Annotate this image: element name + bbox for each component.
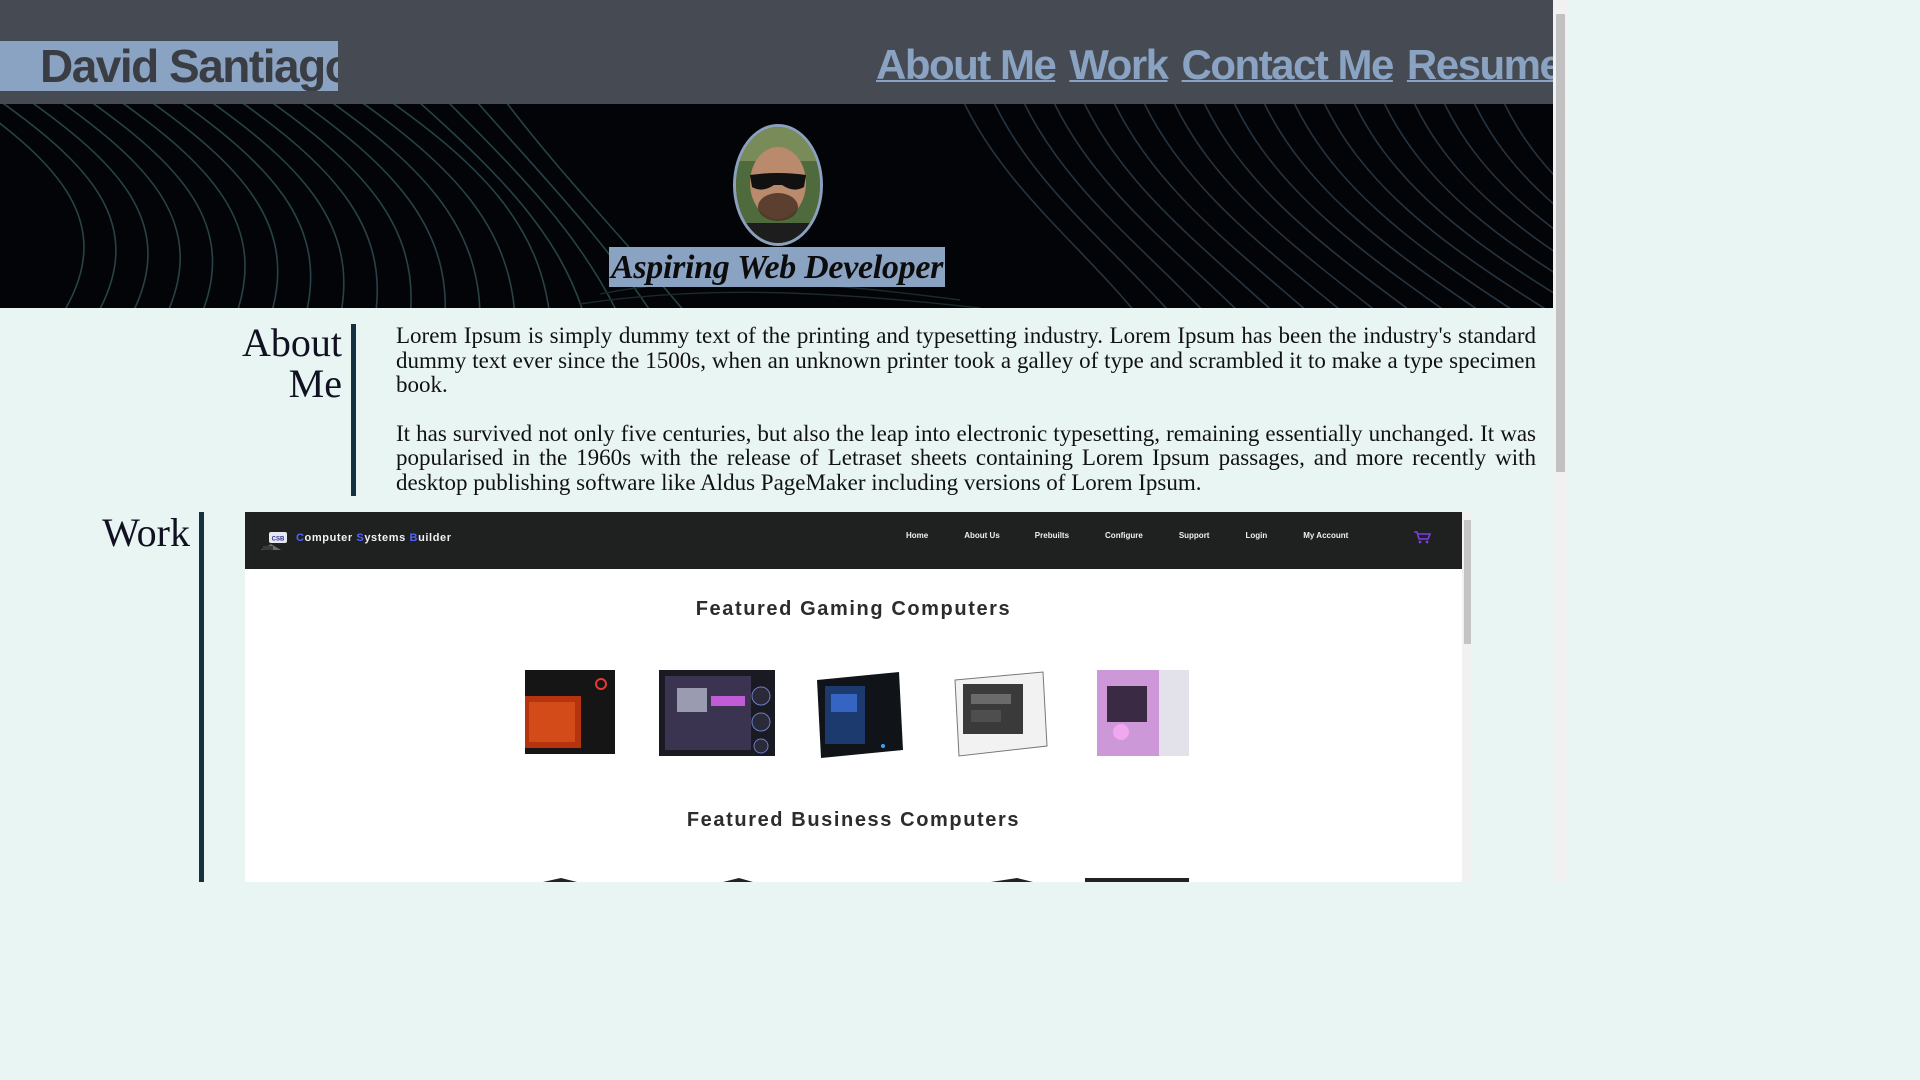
preview-nav-my-account[interactable]: My Account xyxy=(1303,531,1348,540)
brand-word: omputer xyxy=(304,532,353,544)
preview-nav-about-us[interactable]: About Us xyxy=(964,531,1000,540)
about-heading-line2: Me xyxy=(288,361,342,406)
tagline: Aspiring Web Developer xyxy=(609,247,945,287)
featured-gaming-title: Featured Gaming Computers xyxy=(695,598,1012,620)
about-paragraph: Lorem Ipsum is simply dummy text of the … xyxy=(396,323,1536,397)
about-paragraph: It has survived not only five centuries,… xyxy=(396,420,1536,495)
preview-navbar: CSB Computer Systems Builder Home About … xyxy=(245,512,1462,569)
page-scrollbar-thumb[interactable] xyxy=(1556,14,1565,472)
product-image[interactable] xyxy=(947,666,1055,760)
preview-nav-links: Home About Us Prebuilts Configure Suppor… xyxy=(895,531,1348,540)
site-brand[interactable]: David Santiago xyxy=(0,41,338,91)
nav-link-work[interactable]: Work xyxy=(1067,40,1169,90)
hero-banner: Aspiring Web Developer xyxy=(0,104,1553,308)
preview-brand[interactable]: Computer Systems Builder xyxy=(296,532,452,544)
about-heading-line1: About xyxy=(242,320,342,365)
nav-link-resume[interactable]: Resume xyxy=(1405,40,1563,90)
featured-business-title: Featured Business Computers xyxy=(686,809,1021,831)
product-image[interactable] xyxy=(657,666,779,760)
product-image[interactable] xyxy=(719,876,759,882)
about-text: Lorem Ipsum is simply dummy text of the … xyxy=(396,323,1536,519)
about-divider xyxy=(351,324,356,496)
preview-scrollbar[interactable] xyxy=(1462,512,1472,882)
work-divider xyxy=(199,512,204,882)
preview-scrollbar-thumb[interactable] xyxy=(1464,520,1471,644)
product-image[interactable] xyxy=(987,876,1037,882)
product-image[interactable] xyxy=(521,666,619,758)
preview-nav-prebuilts[interactable]: Prebuilts xyxy=(1035,531,1069,540)
page-scrollbar[interactable] xyxy=(1553,0,1568,882)
csb-logo-text: CSB xyxy=(272,537,285,543)
nav-link-contact-me[interactable]: Contact Me xyxy=(1180,40,1395,90)
preview-nav-support[interactable]: Support xyxy=(1179,531,1210,540)
brand-word: ystems xyxy=(364,532,406,544)
work-preview-frame[interactable]: CSB Computer Systems Builder Home About … xyxy=(245,512,1472,882)
nav-link-about-me[interactable]: About Me xyxy=(874,40,1057,90)
brand-letter: B xyxy=(409,532,419,544)
preview-nav-login[interactable]: Login xyxy=(1245,531,1267,540)
main-nav: About Me Work Contact Me Resume xyxy=(874,40,1563,90)
brand-word: uilder xyxy=(418,532,452,544)
csb-logo-icon[interactable]: CSB xyxy=(259,530,293,552)
brand-letter: C xyxy=(296,532,305,544)
work-heading: Work xyxy=(102,510,190,555)
product-image[interactable] xyxy=(1091,666,1195,760)
about-heading: About Me xyxy=(200,322,342,404)
product-image[interactable] xyxy=(537,876,587,882)
product-image[interactable] xyxy=(1083,876,1193,882)
profile-photo xyxy=(733,124,823,246)
product-image[interactable] xyxy=(811,666,909,760)
preview-nav-configure[interactable]: Configure xyxy=(1105,531,1143,540)
cart-icon[interactable] xyxy=(1413,530,1431,544)
site-header: David Santiago About Me Work Contact Me … xyxy=(0,0,1563,104)
preview-nav-home[interactable]: Home xyxy=(906,531,928,540)
